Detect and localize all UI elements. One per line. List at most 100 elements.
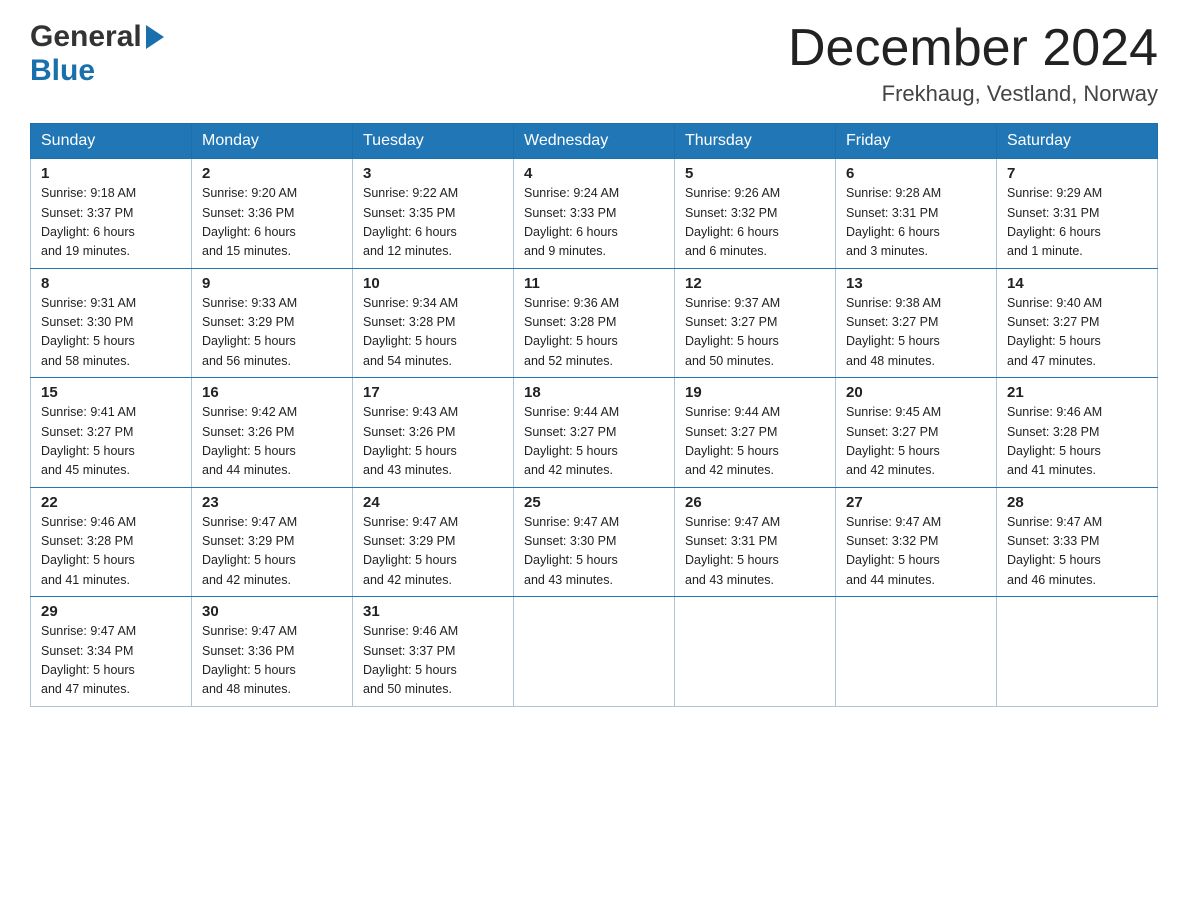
calendar-table: SundayMondayTuesdayWednesdayThursdayFrid… [30,123,1158,707]
week-row-5: 29 Sunrise: 9:47 AMSunset: 3:34 PMDaylig… [31,597,1158,707]
day-info: Sunrise: 9:44 AMSunset: 3:27 PMDaylight:… [524,403,664,481]
calendar-cell: 18 Sunrise: 9:44 AMSunset: 3:27 PMDaylig… [514,378,675,488]
day-number: 8 [41,275,181,292]
calendar-cell: 21 Sunrise: 9:46 AMSunset: 3:28 PMDaylig… [997,378,1158,488]
week-row-4: 22 Sunrise: 9:46 AMSunset: 3:28 PMDaylig… [31,487,1158,597]
day-info: Sunrise: 9:47 AMSunset: 3:34 PMDaylight:… [41,622,181,700]
day-number: 21 [1007,384,1147,401]
day-number: 15 [41,384,181,401]
day-number: 27 [846,494,986,511]
day-number: 2 [202,165,342,182]
day-info: Sunrise: 9:43 AMSunset: 3:26 PMDaylight:… [363,403,503,481]
day-number: 26 [685,494,825,511]
day-info: Sunrise: 9:22 AMSunset: 3:35 PMDaylight:… [363,184,503,262]
day-info: Sunrise: 9:38 AMSunset: 3:27 PMDaylight:… [846,294,986,372]
day-header-sunday: Sunday [31,124,192,159]
calendar-cell: 19 Sunrise: 9:44 AMSunset: 3:27 PMDaylig… [675,378,836,488]
day-header-monday: Monday [192,124,353,159]
page-header: General Blue December 2024 Frekhaug, Ves… [30,20,1158,107]
calendar-cell: 9 Sunrise: 9:33 AMSunset: 3:29 PMDayligh… [192,268,353,378]
calendar-cell [997,597,1158,707]
calendar-cell: 10 Sunrise: 9:34 AMSunset: 3:28 PMDaylig… [353,268,514,378]
day-info: Sunrise: 9:34 AMSunset: 3:28 PMDaylight:… [363,294,503,372]
day-info: Sunrise: 9:46 AMSunset: 3:37 PMDaylight:… [363,622,503,700]
day-info: Sunrise: 9:47 AMSunset: 3:33 PMDaylight:… [1007,513,1147,591]
calendar-header-row: SundayMondayTuesdayWednesdayThursdayFrid… [31,124,1158,159]
day-number: 12 [685,275,825,292]
calendar-cell: 26 Sunrise: 9:47 AMSunset: 3:31 PMDaylig… [675,487,836,597]
day-number: 18 [524,384,664,401]
calendar-cell: 11 Sunrise: 9:36 AMSunset: 3:28 PMDaylig… [514,268,675,378]
day-header-saturday: Saturday [997,124,1158,159]
day-info: Sunrise: 9:47 AMSunset: 3:30 PMDaylight:… [524,513,664,591]
day-number: 28 [1007,494,1147,511]
calendar-cell: 4 Sunrise: 9:24 AMSunset: 3:33 PMDayligh… [514,159,675,269]
day-info: Sunrise: 9:40 AMSunset: 3:27 PMDaylight:… [1007,294,1147,372]
calendar-cell [514,597,675,707]
day-number: 6 [846,165,986,182]
day-number: 9 [202,275,342,292]
day-number: 7 [1007,165,1147,182]
day-info: Sunrise: 9:47 AMSunset: 3:36 PMDaylight:… [202,622,342,700]
day-info: Sunrise: 9:44 AMSunset: 3:27 PMDaylight:… [685,403,825,481]
calendar-cell: 1 Sunrise: 9:18 AMSunset: 3:37 PMDayligh… [31,159,192,269]
day-info: Sunrise: 9:20 AMSunset: 3:36 PMDaylight:… [202,184,342,262]
calendar-cell: 27 Sunrise: 9:47 AMSunset: 3:32 PMDaylig… [836,487,997,597]
calendar-cell: 24 Sunrise: 9:47 AMSunset: 3:29 PMDaylig… [353,487,514,597]
title-block: December 2024 Frekhaug, Vestland, Norway [788,20,1158,107]
logo-blue-text: Blue [30,54,95,87]
calendar-cell: 23 Sunrise: 9:47 AMSunset: 3:29 PMDaylig… [192,487,353,597]
day-info: Sunrise: 9:45 AMSunset: 3:27 PMDaylight:… [846,403,986,481]
week-row-3: 15 Sunrise: 9:41 AMSunset: 3:27 PMDaylig… [31,378,1158,488]
day-info: Sunrise: 9:47 AMSunset: 3:29 PMDaylight:… [202,513,342,591]
day-header-friday: Friday [836,124,997,159]
day-number: 17 [363,384,503,401]
day-info: Sunrise: 9:24 AMSunset: 3:33 PMDaylight:… [524,184,664,262]
day-info: Sunrise: 9:28 AMSunset: 3:31 PMDaylight:… [846,184,986,262]
calendar-cell [675,597,836,707]
calendar-cell: 2 Sunrise: 9:20 AMSunset: 3:36 PMDayligh… [192,159,353,269]
day-header-wednesday: Wednesday [514,124,675,159]
logo-general-text: General [30,20,142,54]
calendar-cell: 7 Sunrise: 9:29 AMSunset: 3:31 PMDayligh… [997,159,1158,269]
day-number: 22 [41,494,181,511]
day-number: 4 [524,165,664,182]
day-number: 29 [41,603,181,620]
calendar-cell: 12 Sunrise: 9:37 AMSunset: 3:27 PMDaylig… [675,268,836,378]
calendar-cell: 5 Sunrise: 9:26 AMSunset: 3:32 PMDayligh… [675,159,836,269]
day-info: Sunrise: 9:46 AMSunset: 3:28 PMDaylight:… [1007,403,1147,481]
calendar-cell: 14 Sunrise: 9:40 AMSunset: 3:27 PMDaylig… [997,268,1158,378]
day-number: 30 [202,603,342,620]
week-row-1: 1 Sunrise: 9:18 AMSunset: 3:37 PMDayligh… [31,159,1158,269]
day-info: Sunrise: 9:26 AMSunset: 3:32 PMDaylight:… [685,184,825,262]
logo: General Blue [30,20,166,88]
day-info: Sunrise: 9:29 AMSunset: 3:31 PMDaylight:… [1007,184,1147,262]
day-header-tuesday: Tuesday [353,124,514,159]
day-number: 11 [524,275,664,292]
calendar-cell: 13 Sunrise: 9:38 AMSunset: 3:27 PMDaylig… [836,268,997,378]
day-number: 24 [363,494,503,511]
calendar-cell: 30 Sunrise: 9:47 AMSunset: 3:36 PMDaylig… [192,597,353,707]
calendar-cell: 31 Sunrise: 9:46 AMSunset: 3:37 PMDaylig… [353,597,514,707]
day-number: 5 [685,165,825,182]
day-header-thursday: Thursday [675,124,836,159]
month-year-title: December 2024 [788,20,1158,77]
day-info: Sunrise: 9:47 AMSunset: 3:31 PMDaylight:… [685,513,825,591]
calendar-cell: 17 Sunrise: 9:43 AMSunset: 3:26 PMDaylig… [353,378,514,488]
calendar-cell: 29 Sunrise: 9:47 AMSunset: 3:34 PMDaylig… [31,597,192,707]
day-number: 20 [846,384,986,401]
day-number: 10 [363,275,503,292]
day-number: 1 [41,165,181,182]
day-number: 25 [524,494,664,511]
calendar-cell: 22 Sunrise: 9:46 AMSunset: 3:28 PMDaylig… [31,487,192,597]
day-info: Sunrise: 9:46 AMSunset: 3:28 PMDaylight:… [41,513,181,591]
calendar-cell: 6 Sunrise: 9:28 AMSunset: 3:31 PMDayligh… [836,159,997,269]
location-subtitle: Frekhaug, Vestland, Norway [788,81,1158,107]
day-info: Sunrise: 9:37 AMSunset: 3:27 PMDaylight:… [685,294,825,372]
day-number: 14 [1007,275,1147,292]
day-info: Sunrise: 9:31 AMSunset: 3:30 PMDaylight:… [41,294,181,372]
day-number: 13 [846,275,986,292]
calendar-cell [836,597,997,707]
day-number: 31 [363,603,503,620]
calendar-cell: 3 Sunrise: 9:22 AMSunset: 3:35 PMDayligh… [353,159,514,269]
